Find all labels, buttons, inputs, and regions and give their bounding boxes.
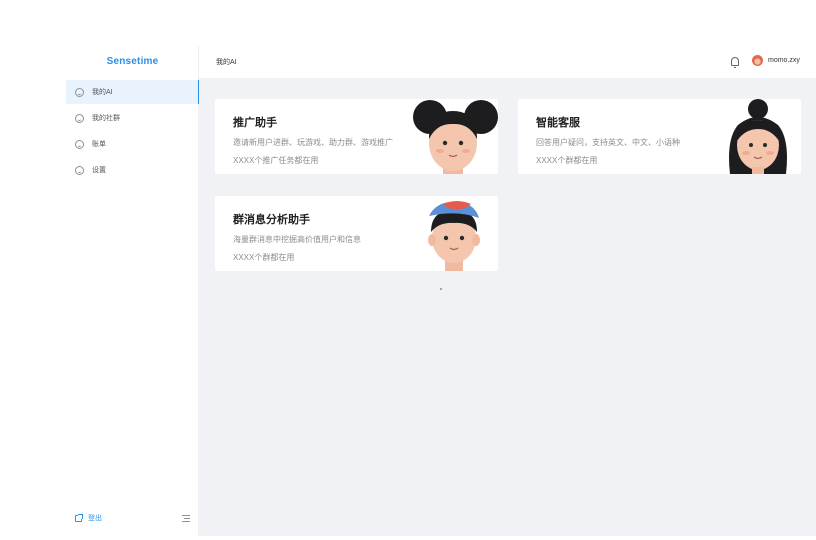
sidebar-footer: 登出 (75, 512, 190, 524)
external-link-icon (75, 513, 83, 522)
sidebar-item-my-ai[interactable]: 我的AI (66, 80, 200, 104)
bun-hair-girl-avatar (413, 100, 498, 174)
card-description: 邀请新用户进群、玩游戏、助力群、游戏推广 (233, 138, 393, 147)
card-promotion-assistant[interactable]: 推广助手 邀请新用户进群、玩游戏、助力群、游戏推广 XXXX个推广任务都在用 (215, 99, 498, 174)
card-description: 回答用户疑问，支持英文、中文、小语种 (536, 138, 680, 147)
collapse-menu-icon[interactable] (182, 514, 190, 522)
bell-icon[interactable] (731, 57, 739, 68)
smile-icon (75, 113, 84, 123)
sidebar: Sensetime 我的AI 我的社群 账单 设置 登出 (66, 46, 200, 536)
sidebar-item-settings[interactable]: 设置 (66, 158, 199, 182)
avatar (752, 55, 763, 66)
user-menu[interactable]: momo.zxy (752, 55, 800, 66)
decorative-dot (440, 288, 442, 290)
sidebar-item-my-community[interactable]: 我的社群 (66, 106, 199, 130)
top-bun-girl-avatar (729, 99, 787, 174)
smile-icon (75, 139, 84, 149)
main-content: 推广助手 邀请新用户进群、玩游戏、助力群、游戏推广 XXXX个推广任务都在用 智… (199, 78, 816, 536)
smile-icon (75, 165, 84, 175)
cap-boy-avatar (428, 201, 480, 271)
brand-logo[interactable]: Sensetime (66, 56, 199, 67)
top-header: 我的AI momo.zxy (199, 46, 816, 78)
logout-button[interactable]: 登出 (75, 513, 102, 523)
username: momo.zxy (768, 57, 800, 64)
sidebar-nav: 我的AI 我的社群 账单 设置 (66, 80, 200, 184)
logout-label: 登出 (88, 515, 102, 522)
card-usage: XXXX个群都在用 (233, 253, 295, 262)
card-usage: XXXX个推广任务都在用 (233, 156, 319, 165)
card-title: 智能客服 (536, 117, 580, 129)
card-title: 推广助手 (233, 117, 277, 129)
smile-icon (75, 87, 84, 97)
sidebar-item-label: 设置 (92, 167, 106, 174)
sidebar-item-label: 我的社群 (92, 115, 120, 122)
card-description: 海量群消息中挖掘高价值用户和信息 (233, 235, 361, 244)
sidebar-item-label: 账单 (92, 141, 106, 148)
card-usage: XXXX个群都在用 (536, 156, 598, 165)
card-group-message-analysis[interactable]: 群消息分析助手 海量群消息中挖掘高价值用户和信息 XXXX个群都在用 (215, 196, 498, 271)
page-title: 我的AI (216, 59, 237, 66)
sidebar-item-label: 我的AI (92, 89, 113, 96)
sidebar-item-billing[interactable]: 账单 (66, 132, 199, 156)
card-smart-customer-service[interactable]: 智能客服 回答用户疑问，支持英文、中文、小语种 XXXX个群都在用 (518, 99, 801, 174)
card-title: 群消息分析助手 (233, 214, 310, 226)
